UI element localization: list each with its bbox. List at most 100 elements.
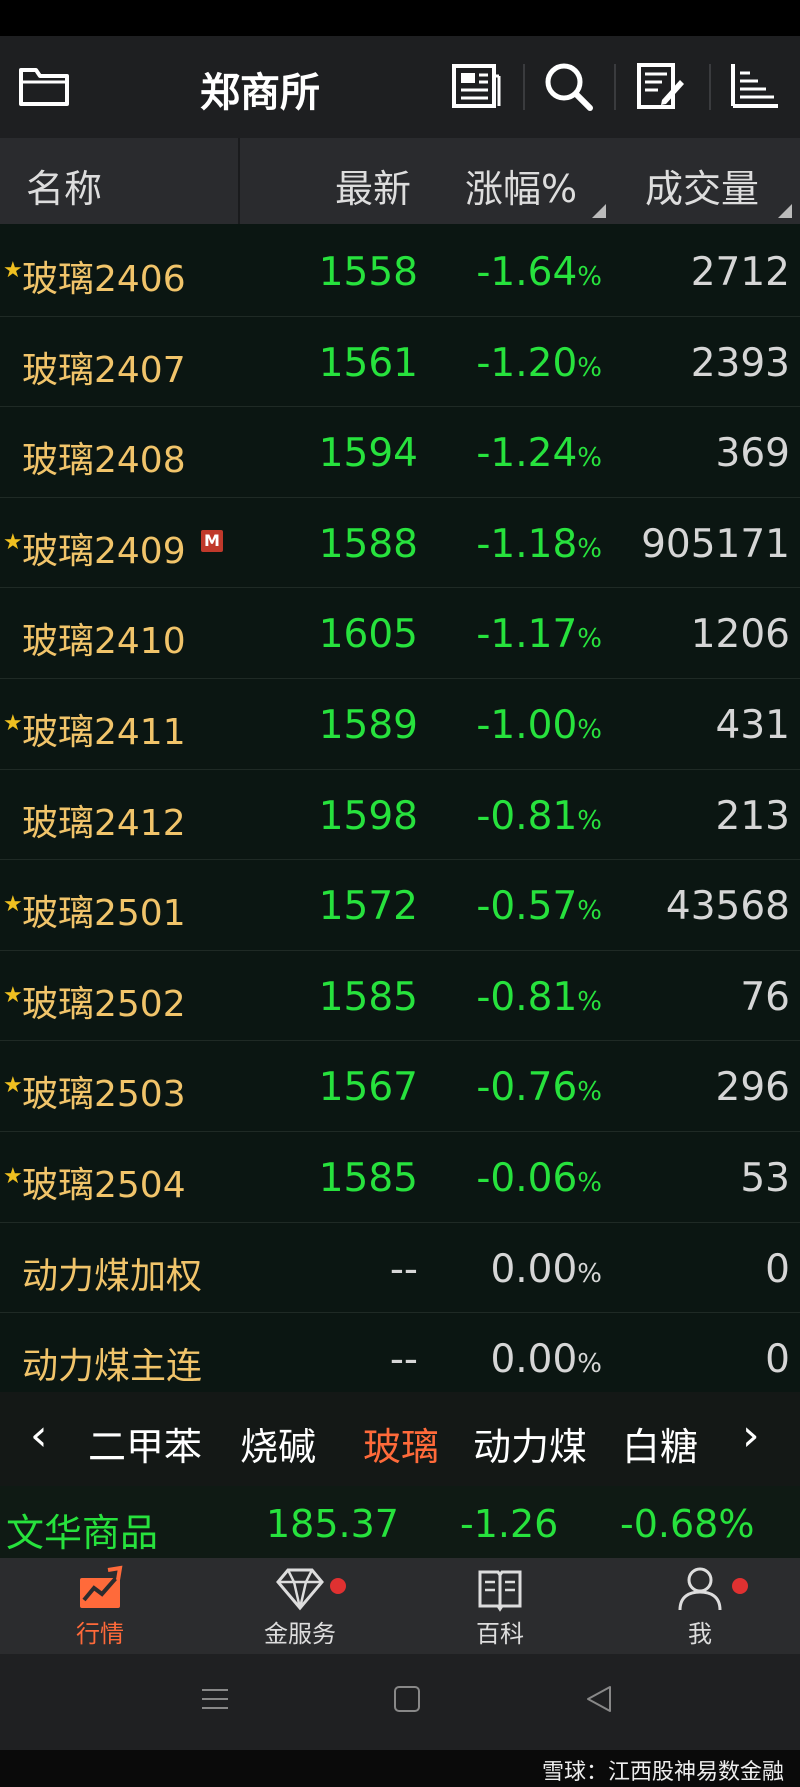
- percent-sign: %: [577, 1258, 602, 1289]
- star-icon: ★: [3, 710, 23, 736]
- change-percent: 0.00%: [490, 1337, 602, 1382]
- news-icon[interactable]: [450, 60, 502, 112]
- star-icon: ★: [3, 1163, 23, 1189]
- nav-item-services[interactable]: 金服务: [240, 1564, 360, 1649]
- volume: 431: [715, 702, 790, 748]
- table-row[interactable]: 动力煤加权 -- 0.00% 0: [0, 1223, 800, 1314]
- volume: 2393: [690, 340, 790, 386]
- quote-list: ★ 玻璃2406 1558 -1.64% 2712 玻璃2407 1561 -1.20% 239…: [0, 226, 800, 1404]
- table-row[interactable]: ★ 玻璃2406 1558 -1.64% 2712: [0, 226, 800, 317]
- table-row[interactable]: ★ 玻璃2503 1567 -0.76% 296: [0, 1041, 800, 1132]
- star-icon: ★: [3, 258, 23, 283]
- search-icon[interactable]: [542, 60, 594, 112]
- table-row[interactable]: ★ 玻璃2502 1585 -0.81% 76: [0, 951, 800, 1042]
- toolbar-separator: [614, 64, 616, 110]
- bottom-navigation: 行情 金服务 百科 我: [0, 1558, 800, 1654]
- tab-category[interactable]: 烧碱: [240, 1416, 316, 1471]
- column-header-change[interactable]: 涨幅%: [465, 158, 577, 213]
- watermark: 雪球：江西股神易数金融: [541, 1760, 784, 1785]
- order-edit-icon[interactable]: [634, 60, 686, 112]
- table-row[interactable]: 玻璃2410 1605 -1.17% 1206: [0, 588, 800, 679]
- table-row[interactable]: 玻璃2412 1598 -0.81% 213: [0, 770, 800, 861]
- back-icon[interactable]: [584, 1684, 614, 1714]
- sort-list-icon[interactable]: [728, 60, 780, 112]
- column-header-volume[interactable]: 成交量: [645, 158, 759, 213]
- change-value: 0.00: [490, 1246, 578, 1292]
- percent-sign: %: [577, 714, 602, 745]
- change-value: -1.20: [476, 340, 578, 386]
- latest-price: 1605: [318, 612, 418, 658]
- volume: 905171: [641, 521, 790, 567]
- tab-category-active[interactable]: 玻璃: [363, 1416, 439, 1471]
- menu-icon[interactable]: [200, 1684, 230, 1714]
- percent-sign: %: [577, 262, 602, 292]
- table-row[interactable]: 玻璃2408 1594 -1.24% 369: [0, 407, 800, 498]
- table-row[interactable]: 动力煤主连 -- 0.00% 0: [0, 1313, 800, 1404]
- volume: 213: [715, 793, 790, 839]
- nav-label: 行情: [76, 1620, 124, 1648]
- volume: 296: [715, 1065, 790, 1111]
- percent-sign: %: [577, 624, 602, 655]
- diamond-icon: [276, 1568, 324, 1611]
- volume: 0: [765, 1337, 790, 1383]
- tab-category[interactable]: 动力煤: [473, 1416, 587, 1471]
- footer: 雪球：江西股神易数金融: [0, 1750, 800, 1787]
- top-bar: 郑商所: [0, 36, 800, 138]
- volume: 1206: [690, 612, 790, 658]
- table-row[interactable]: ★ 玻璃2409 M 1588 -1.18% 905171: [0, 498, 800, 589]
- change-value: -1.18: [476, 521, 578, 567]
- latest-price: 1598: [318, 793, 418, 839]
- change-percent: -1.24%: [476, 431, 602, 476]
- table-row[interactable]: ★ 玻璃2501 1572 -0.57% 43568: [0, 860, 800, 951]
- volume: 76: [740, 974, 790, 1020]
- change-value: -1.24: [476, 431, 578, 477]
- notification-dot: [732, 1578, 748, 1594]
- market-chart-icon: [80, 1565, 123, 1608]
- nav-item-wiki[interactable]: 百科: [440, 1564, 560, 1649]
- change-percent: -0.81%: [476, 794, 602, 839]
- contract-name: 玻璃2504: [22, 1164, 186, 1206]
- table-row[interactable]: ★ 玻璃2411 1589 -1.00% 431: [0, 679, 800, 770]
- home-icon[interactable]: [392, 1684, 422, 1714]
- tab-category[interactable]: 二甲苯: [88, 1416, 202, 1471]
- latest-price: --: [389, 1246, 418, 1292]
- volume: 43568: [665, 884, 790, 930]
- sort-indicator-icon: [592, 204, 606, 218]
- column-divider: [238, 138, 240, 224]
- latest-price: 1585: [318, 1155, 418, 1201]
- latest-price: 1589: [318, 702, 418, 748]
- latest-price: 1585: [318, 974, 418, 1020]
- change-percent: -1.00%: [476, 703, 602, 748]
- change-percent: -0.06%: [476, 1156, 602, 1201]
- contract-name: 玻璃2410: [22, 621, 186, 663]
- contract-name: 玻璃2406: [22, 259, 186, 300]
- index-ticker[interactable]: 文华商品 185.37 -1.26 -0.68%: [0, 1486, 800, 1558]
- nav-item-me[interactable]: 我: [640, 1564, 760, 1649]
- chevron-left-icon[interactable]: ‹: [30, 1410, 48, 1461]
- table-row[interactable]: 玻璃2407 1561 -1.20% 2393: [0, 317, 800, 408]
- volume: 0: [765, 1246, 790, 1292]
- contract-name: 玻璃2412: [22, 802, 186, 844]
- book-icon: [478, 1570, 522, 1612]
- table-row[interactable]: ★ 玻璃2504 1585 -0.06% 53: [0, 1132, 800, 1223]
- nav-label: 百科: [476, 1620, 524, 1648]
- tab-category[interactable]: 白糖: [622, 1416, 698, 1471]
- folder-icon[interactable]: [18, 64, 70, 108]
- table-header: 名称 最新 涨幅% 成交量: [0, 138, 800, 224]
- nav-item-market[interactable]: 行情: [40, 1564, 160, 1649]
- contract-name: 玻璃2502: [22, 983, 186, 1025]
- star-icon: ★: [3, 892, 23, 918]
- system-navigation-bar: [0, 1654, 800, 1750]
- star-icon: ★: [3, 529, 23, 555]
- chevron-right-icon[interactable]: ›: [742, 1410, 760, 1461]
- column-header-latest[interactable]: 最新: [335, 158, 411, 213]
- change-value: -1.00: [476, 702, 578, 748]
- contract-name: 玻璃2409: [22, 530, 186, 572]
- change-percent: -0.81%: [476, 975, 602, 1020]
- star-icon: ★: [3, 1073, 23, 1099]
- contract-name: 玻璃2408: [22, 440, 186, 482]
- percent-sign: %: [577, 443, 602, 474]
- notification-dot: [330, 1578, 346, 1594]
- toolbar-separator: [709, 64, 711, 110]
- contract-name: 玻璃2411: [22, 711, 186, 753]
